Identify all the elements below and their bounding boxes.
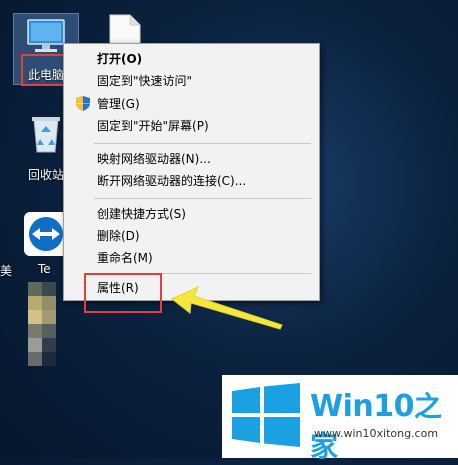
highlight-properties: [84, 273, 162, 313]
watermark-url: www.win10xitong.com: [314, 427, 439, 440]
menu-item-map-network-drive[interactable]: 映射网络驱动器(N)...: [97, 149, 211, 169]
menu-item-open[interactable]: 打开(O): [97, 49, 142, 69]
watermark-logo: Win10之家 www.win10xitong.com: [222, 375, 458, 463]
menu-item-rename[interactable]: 重命名(M): [97, 248, 153, 268]
menu-item-delete[interactable]: 删除(D): [97, 226, 140, 246]
highlight-this-pc-label: [21, 54, 67, 86]
arrow-annotation: [171, 285, 283, 330]
windows-logo-icon: [232, 383, 300, 447]
pixelated-icon: [28, 282, 58, 378]
shield-icon: [76, 96, 90, 111]
context-menu: 打开(O) 固定到"快速访问" 管理(G) 固定到"开始"屏幕(P) 映射网络驱…: [63, 43, 320, 301]
watermark-title-en: Win10: [310, 389, 414, 424]
menu-item-pin-quick-access[interactable]: 固定到"快速访问": [97, 71, 192, 91]
watermark-title: Win10之家: [310, 385, 458, 465]
menu-item-create-shortcut[interactable]: 创建快捷方式(S): [97, 204, 186, 224]
recycle-bin-icon: [32, 117, 60, 153]
desktop-icon-partial-label: 美: [0, 264, 13, 278]
menu-separator: [94, 143, 311, 144]
menu-item-manage[interactable]: 管理(G): [97, 94, 140, 114]
menu-separator: [94, 198, 311, 199]
desktop-icon-label: Te: [38, 262, 51, 276]
menu-item-pin-start[interactable]: 固定到"开始"屏幕(P): [97, 116, 209, 136]
menu-item-disconnect-network-drive[interactable]: 断开网络驱动器的连接(C)...: [97, 171, 246, 191]
